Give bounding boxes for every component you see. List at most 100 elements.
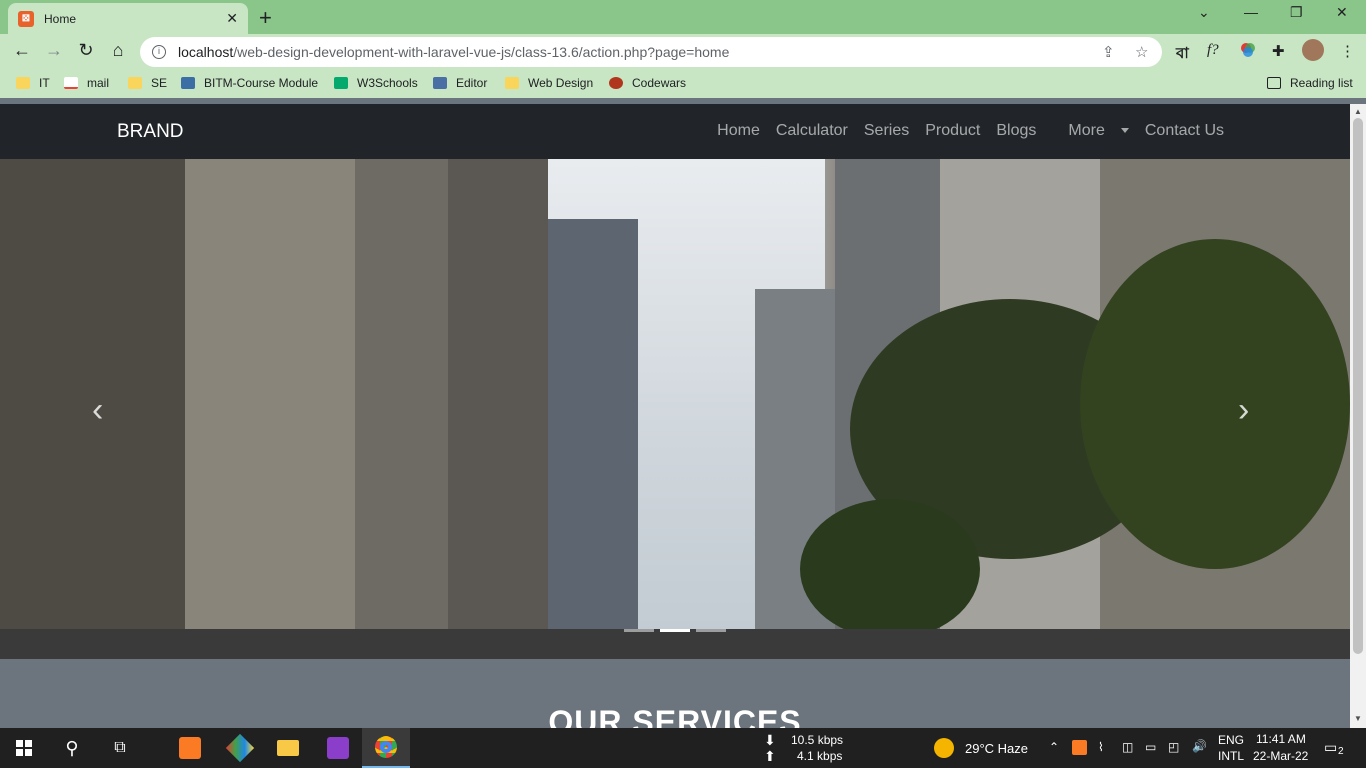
web-page: BRAND Home Calculator Series Product Blo… — [0, 104, 1350, 728]
carousel-next-button[interactable]: › — [1238, 391, 1249, 430]
carousel-image-building — [185, 159, 360, 639]
carousel-image-tree — [1080, 239, 1350, 569]
net-down-speed: 10.5 kbps — [791, 733, 844, 747]
nav-calculator[interactable]: Calculator — [776, 122, 848, 140]
xampp-tray-icon[interactable] — [1072, 740, 1087, 755]
clock-date[interactable]: 22-Mar-22 — [1253, 749, 1308, 763]
scrollbar-thumb[interactable] — [1353, 118, 1363, 654]
share-icon[interactable]: ⇪ — [1102, 43, 1115, 61]
menu-dots-icon[interactable]: ⋮ — [1340, 42, 1355, 60]
clock-time[interactable]: 11:41 AM — [1256, 732, 1306, 746]
hero-carousel: ‹ › — [0, 159, 1350, 659]
scroll-down-arrow-icon[interactable]: ▼ — [1354, 714, 1362, 723]
tab-title: Home — [44, 11, 77, 26]
show-hidden-icons[interactable]: ⌃ — [1049, 740, 1059, 754]
nav-series[interactable]: Series — [864, 122, 909, 140]
nav-home[interactable]: Home — [717, 122, 760, 140]
forward-button[interactable]: → — [42, 40, 66, 61]
carousel-indicator-active[interactable] — [660, 629, 690, 632]
nav-links: Home Calculator Series Product Blogs Mor… — [701, 122, 1224, 140]
meet-icon[interactable]: ◫ — [1122, 740, 1133, 754]
bookmark-codewars[interactable]: Codewars — [609, 76, 686, 90]
caret-down-icon — [1120, 128, 1129, 134]
bookmark-w3schools[interactable]: W3Schools — [334, 76, 418, 90]
notification-count: 2 — [1338, 746, 1344, 757]
nav-more-dropdown[interactable]: More — [1052, 122, 1129, 140]
bookmark-it[interactable]: IT — [16, 76, 50, 90]
start-button[interactable] — [0, 728, 48, 768]
reload-button[interactable]: ↻ — [74, 40, 98, 61]
back-button[interactable]: ← — [10, 40, 34, 61]
browser-tab[interactable]: ⊠ Home ✕ — [8, 3, 248, 34]
nav-product[interactable]: Product — [925, 122, 980, 140]
editor-icon — [433, 77, 447, 89]
notification-icon[interactable]: ▭ — [1324, 739, 1337, 756]
file-explorer-icon[interactable] — [264, 728, 312, 768]
bookmark-star-icon[interactable]: ☆ — [1135, 43, 1148, 61]
search-icon[interactable]: ⚲ — [48, 728, 96, 768]
wifi-icon[interactable]: ⌇ — [1098, 740, 1104, 754]
language-bottom[interactable]: INTL — [1218, 749, 1244, 763]
net-up-speed: 4.1 kbps — [797, 749, 843, 763]
reading-list-button[interactable]: Reading list — [1267, 76, 1353, 90]
close-tab-icon[interactable]: ✕ — [226, 10, 238, 27]
task-view-icon[interactable]: ⧉ — [96, 728, 144, 768]
bangla-extension-icon[interactable]: বা — [1176, 42, 1189, 67]
bookmark-se[interactable]: SE — [128, 76, 167, 90]
w3schools-icon — [334, 77, 348, 89]
color-extension-icon[interactable] — [1240, 42, 1256, 62]
gmail-icon — [64, 77, 78, 89]
brand-logo[interactable]: BRAND — [117, 121, 184, 143]
upload-arrow-icon: ⬆ — [764, 748, 776, 764]
bookmark-web-design[interactable]: Web Design — [505, 76, 593, 90]
windows-taskbar: ⚲ ⧉ ⬇ ⬆ 10.5 kbps 4.1 kbps 29°C Haze ⌃ ⌇… — [0, 728, 1366, 768]
language-top[interactable]: ENG — [1218, 733, 1244, 747]
carousel-image-street — [0, 629, 1350, 659]
carousel-indicator[interactable] — [696, 629, 726, 632]
battery-icon[interactable]: ▭ — [1145, 740, 1156, 754]
site-info-icon[interactable]: i — [152, 45, 166, 59]
colorful-app-icon[interactable] — [216, 728, 264, 768]
profile-avatar[interactable] — [1302, 39, 1324, 61]
services-heading: OUR SERVICES — [548, 704, 802, 728]
tab-strip: ⊠ Home ✕ + ⌄ — ❐ ✕ — [0, 0, 1366, 34]
close-window-button[interactable]: ✕ — [1336, 4, 1348, 21]
chrome-app-icon[interactable] — [362, 728, 410, 768]
bookmark-mail[interactable]: mail — [64, 76, 109, 90]
bitm-icon — [181, 77, 195, 89]
phpstorm-app-icon[interactable] — [314, 728, 362, 768]
formula-extension-icon[interactable]: f? — [1207, 42, 1219, 59]
xampp-app-icon[interactable] — [166, 728, 214, 768]
bookmarks-bar: IT mail SE BITM-Course Module W3Schools … — [0, 70, 1366, 98]
network-icon[interactable]: ◰ — [1168, 740, 1179, 754]
xampp-favicon-icon: ⊠ — [18, 10, 34, 27]
minimize-button[interactable]: — — [1244, 4, 1258, 20]
scroll-up-arrow-icon[interactable]: ▲ — [1354, 107, 1362, 116]
volume-icon[interactable]: 🔊 — [1192, 739, 1207, 753]
home-button[interactable]: ⌂ — [106, 40, 130, 61]
bookmark-bitm[interactable]: BITM-Course Module — [181, 76, 318, 90]
site-navbar: BRAND Home Calculator Series Product Blo… — [0, 104, 1350, 159]
extensions-puzzle-icon[interactable]: ✚ — [1272, 42, 1285, 60]
codewars-icon — [609, 77, 623, 89]
new-tab-button[interactable]: + — [259, 5, 272, 31]
download-arrow-icon: ⬇ — [764, 732, 776, 748]
carousel-image-building — [355, 159, 450, 639]
weather-icon[interactable] — [934, 738, 954, 758]
nav-blogs[interactable]: Blogs — [996, 122, 1036, 140]
page-scrollbar[interactable]: ▲ ▼ — [1350, 104, 1366, 728]
tab-search-icon[interactable]: ⌄ — [1198, 4, 1210, 21]
restore-button[interactable]: ❐ — [1290, 4, 1303, 21]
carousel-image-tree — [800, 499, 980, 639]
carousel-image-building — [448, 159, 548, 639]
browser-toolbar: ← → ↻ ⌂ i localhost/web-design-developme… — [0, 34, 1366, 70]
folder-icon — [505, 77, 519, 89]
address-bar[interactable]: i localhost/web-design-development-with-… — [140, 37, 1162, 67]
bookmark-editor[interactable]: Editor — [433, 76, 487, 90]
url-text: localhost/web-design-development-with-la… — [178, 44, 730, 60]
weather-text[interactable]: 29°C Haze — [965, 741, 1028, 756]
carousel-prev-button[interactable]: ‹ — [92, 391, 103, 430]
carousel-image-building — [548, 219, 638, 639]
carousel-indicator[interactable] — [624, 629, 654, 632]
nav-contact[interactable]: Contact Us — [1145, 122, 1224, 140]
